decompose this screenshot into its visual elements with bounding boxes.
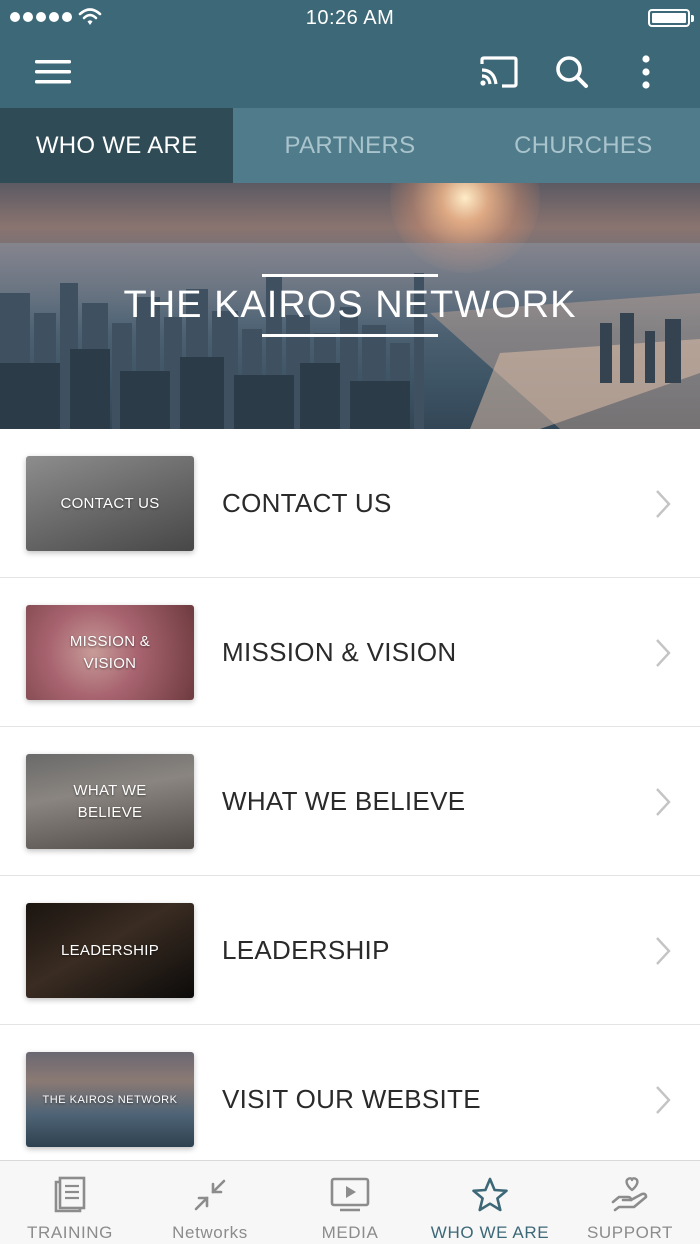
tab-churches[interactable]: CHURCHES: [467, 108, 700, 183]
list-item-mission-vision[interactable]: MISSION & VISION MISSION & VISION: [0, 578, 700, 727]
list-item-contact-us[interactable]: CONTACT US CONTACT US: [0, 429, 700, 578]
thumbnail-caption: BELIEVE: [77, 803, 143, 821]
thumbnail-caption: MISSION &: [69, 632, 151, 650]
nav-label: SUPPORT: [586, 1223, 674, 1242]
list-item-label: VISIT OUR WEBSITE: [222, 1084, 481, 1114]
nav-label: TRAINING: [26, 1223, 114, 1242]
search-icon[interactable]: [550, 50, 594, 94]
hamburger-menu-icon[interactable]: [31, 50, 75, 94]
status-bar: 10:26 AM: [0, 0, 700, 36]
cast-icon[interactable]: [476, 50, 520, 94]
app-header: 10:26 AM: [0, 0, 700, 108]
list-item-visit-our-website[interactable]: THE KAIROS NETWORK VISIT OUR WEBSITE: [0, 1025, 700, 1174]
hero-banner: THE KAIROS NETWORK: [0, 183, 700, 429]
play-screen-icon: [330, 1175, 370, 1215]
chevron-right-icon: [656, 937, 671, 965]
list-item-leadership[interactable]: LEADERSHIP LEADERSHIP: [0, 876, 700, 1025]
banner-logo: THE KAIROS NETWORK: [0, 183, 700, 429]
tab-partners[interactable]: PARTNERS: [233, 108, 466, 183]
thumbnail-caption: VISION: [83, 654, 137, 672]
more-vertical-icon[interactable]: [624, 50, 668, 94]
what-we-believe-thumbnail: WHAT WE BELIEVE: [26, 754, 194, 849]
nav-media[interactable]: MEDIA: [280, 1161, 420, 1244]
nav-networks[interactable]: Networks: [140, 1161, 280, 1244]
list-item-label: MISSION & VISION: [222, 637, 457, 667]
star-icon: [470, 1175, 510, 1215]
battery-icon: [648, 9, 694, 27]
bottom-nav-bar: TRAINING Networks MEDIA WHO WE ARE SUPPO…: [0, 1160, 700, 1244]
chevron-right-icon: [656, 788, 671, 816]
nav-label: MEDIA: [321, 1223, 379, 1242]
book-icon: [50, 1175, 90, 1215]
status-time: 10:26 AM: [305, 7, 395, 29]
arrows-in-icon: [190, 1175, 230, 1215]
list-item-what-we-believe[interactable]: WHAT WE BELIEVE WHAT WE BELIEVE: [0, 727, 700, 876]
mission-vision-thumbnail: MISSION & VISION: [26, 605, 194, 700]
list-item-label: WHAT WE BELIEVE: [222, 786, 466, 816]
list-item-label: LEADERSHIP: [222, 935, 390, 965]
top-tab-bar: WHO WE ARE PARTNERS CHURCHES: [0, 108, 700, 183]
banner-title: THE KAIROS NETWORK: [123, 284, 577, 326]
nav-label: Networks: [172, 1223, 248, 1242]
nav-label: WHO WE ARE: [430, 1223, 550, 1242]
leadership-thumbnail: LEADERSHIP: [26, 903, 194, 998]
nav-who-we-are[interactable]: WHO WE ARE: [420, 1161, 560, 1244]
chevron-right-icon: [656, 639, 671, 667]
list-item-label: CONTACT US: [222, 488, 392, 518]
heart-hand-icon: [610, 1175, 650, 1215]
chevron-right-icon: [656, 490, 671, 518]
toolbar: [0, 36, 700, 108]
thumbnail-caption: LEADERSHIP: [60, 941, 160, 959]
nav-support[interactable]: SUPPORT: [560, 1161, 700, 1244]
chevron-right-icon: [656, 1086, 671, 1114]
menu-list: CONTACT US CONTACT US MISSION & VISION M…: [0, 429, 700, 1174]
contact-us-thumbnail: CONTACT US: [26, 456, 194, 551]
thumbnail-caption: CONTACT US: [60, 494, 160, 512]
thumbnail-caption: THE KAIROS NETWORK: [42, 1093, 178, 1106]
tab-who-we-are[interactable]: WHO WE ARE: [0, 108, 234, 183]
nav-training[interactable]: TRAINING: [0, 1161, 140, 1244]
thumbnail-caption: WHAT WE: [73, 781, 147, 799]
website-thumbnail: THE KAIROS NETWORK: [26, 1052, 194, 1147]
